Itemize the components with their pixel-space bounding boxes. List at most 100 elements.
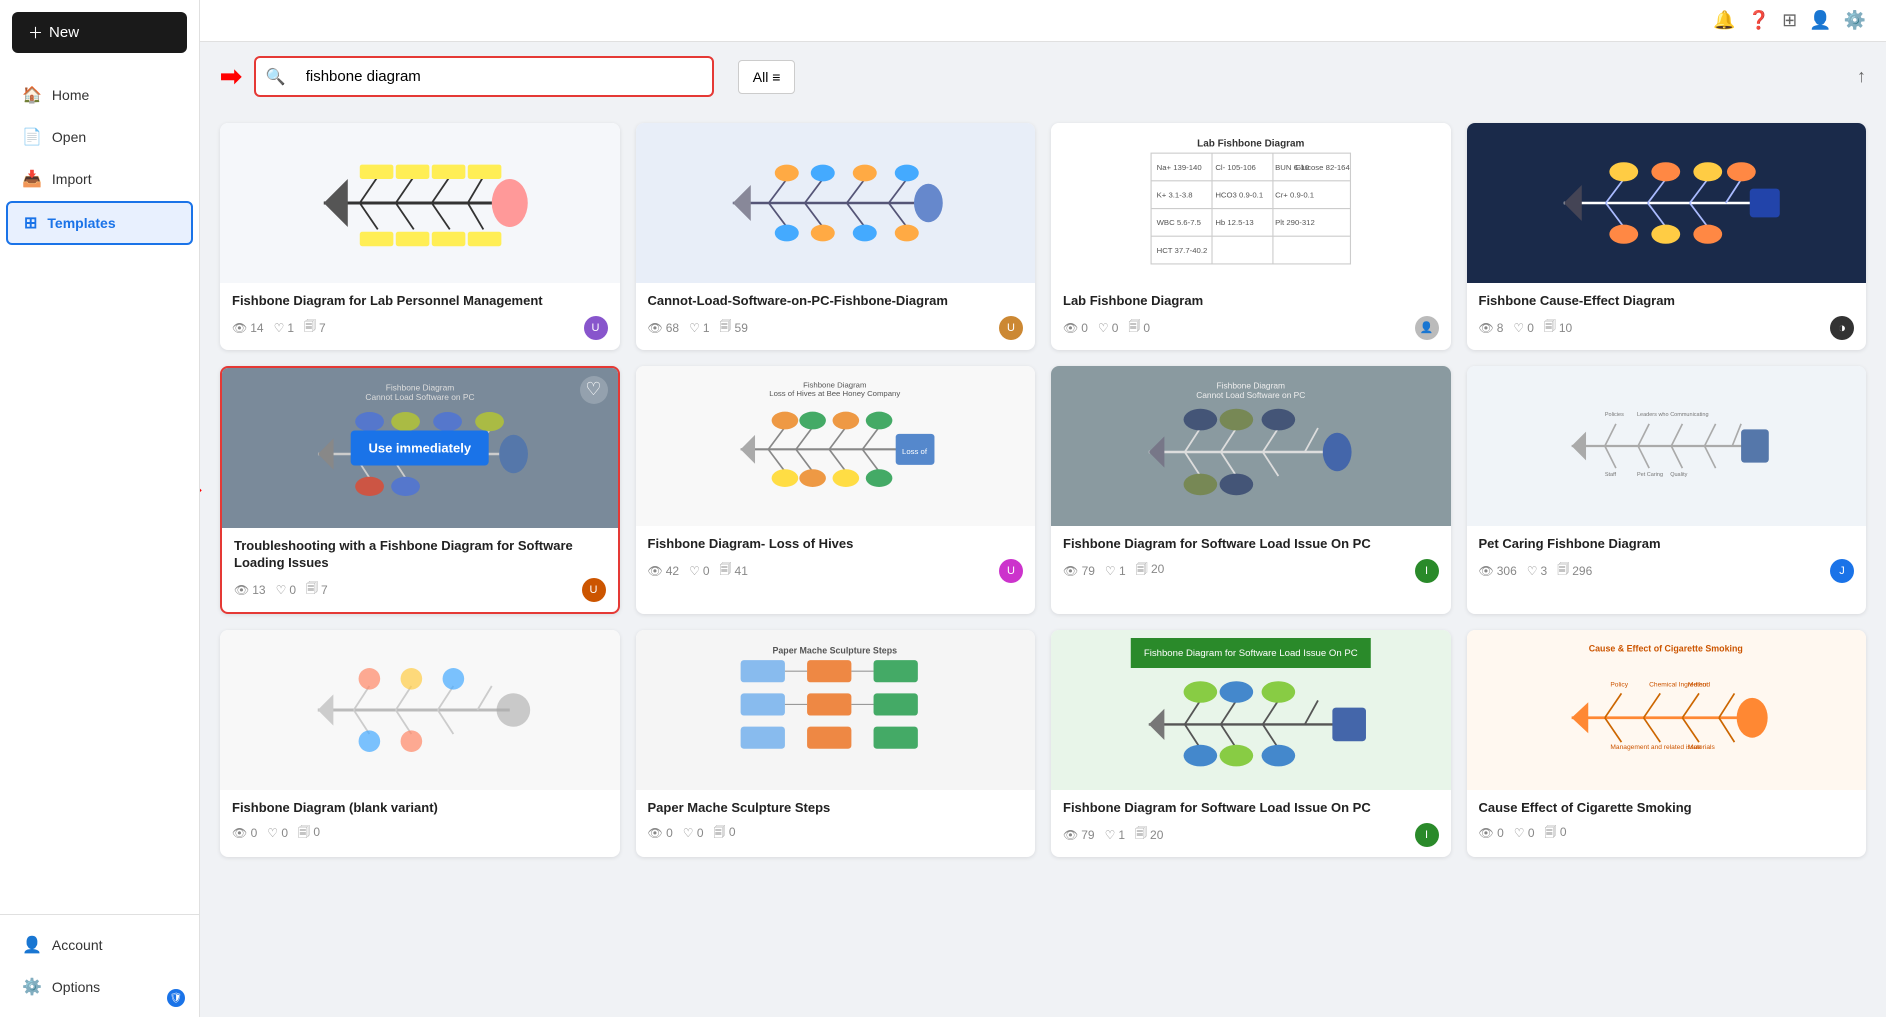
card4-title: Fishbone Cause-Effect Diagram xyxy=(1479,293,1855,310)
card12-likes: ♡ 0 xyxy=(1514,826,1535,840)
card11-info: Fishbone Diagram for Software Load Issue… xyxy=(1051,790,1451,857)
sidebar-item-templates[interactable]: ⊞ Templates ↑ xyxy=(6,201,193,245)
card2-copies: 🗐 59 xyxy=(720,317,748,338)
template-card-6[interactable]: Fishbone Diagram Loss of Hives at Bee Ho… xyxy=(636,366,1036,614)
card1-stats: 👁 14 ♡ 1 🗐 7 xyxy=(232,317,326,338)
card2-views: 👁 68 xyxy=(648,321,680,335)
svg-text:Paper Mache Sculpture Steps: Paper Mache Sculpture Steps xyxy=(773,645,898,655)
card8-thumb: Policies Leaders who Communicating Staff… xyxy=(1467,366,1867,526)
card2-thumb xyxy=(636,123,1036,283)
card9-thumb xyxy=(220,630,620,790)
card1-likes: ♡ 1 xyxy=(274,321,294,335)
card12-meta: 👁 0 ♡ 0 🗐 0 xyxy=(1479,823,1855,844)
sidebar-options-label: Options xyxy=(52,979,100,995)
template-card-11[interactable]: Fishbone Diagram for Software Load Issue… xyxy=(1051,630,1451,857)
card3-meta: 👁 0 ♡ 0 🗐 0 👤 xyxy=(1063,316,1439,340)
card5-heart-icon[interactable]: ♡ xyxy=(580,376,608,404)
card8-info: Pet Caring Fishbone Diagram 👁 306 ♡ 3 🗐 … xyxy=(1467,526,1867,593)
sidebar-item-home[interactable]: 🏠 Home xyxy=(6,75,193,115)
template-card-12[interactable]: Cause & Effect of Cigarette Smoking xyxy=(1467,630,1867,857)
card5-views: 👁 13 xyxy=(234,583,266,597)
svg-text:Hb 12.5-13: Hb 12.5-13 xyxy=(1215,218,1253,227)
sidebar-item-import[interactable]: 📥 Import xyxy=(6,159,193,199)
card5-wrapper: ➡ Fishbone Diagram Cannot Load Software … xyxy=(220,366,620,614)
fishbone-svg-9 xyxy=(240,638,600,782)
template-card-7[interactable]: Fishbone Diagram Cannot Load Software on… xyxy=(1051,366,1451,614)
sidebar-home-label: Home xyxy=(52,87,89,103)
card6-avatar: U xyxy=(999,559,1023,583)
card6-meta: 👁 42 ♡ 0 🗐 41 U xyxy=(648,559,1024,583)
filter-label: All ≡ xyxy=(753,69,781,85)
template-card-4[interactable]: Fishbone Cause-Effect Diagram 👁 8 ♡ 0 🗐 … xyxy=(1467,123,1867,350)
svg-text:Staff: Staff xyxy=(1605,472,1617,478)
card10-views: 👁 0 xyxy=(648,826,673,840)
home-icon: 🏠 xyxy=(22,85,42,105)
template-card-1[interactable]: Fishbone Diagram for Lab Personnel Manag… xyxy=(220,123,620,350)
template-card-8[interactable]: Policies Leaders who Communicating Staff… xyxy=(1467,366,1867,614)
fishbone-svg-12: Cause & Effect of Cigarette Smoking xyxy=(1486,638,1846,782)
content-area: Fishbone Diagram for Lab Personnel Manag… xyxy=(200,111,1886,1017)
card3-views: 👁 0 xyxy=(1063,321,1088,335)
card7-thumb: Fishbone Diagram Cannot Load Software on… xyxy=(1051,366,1451,526)
search-wrapper: 🔍 xyxy=(254,56,714,97)
template-card-3[interactable]: Lab Fishbone Diagram Na+ 139-140 Cl- 105… xyxy=(1051,123,1451,350)
filter-button[interactable]: All ≡ xyxy=(738,60,796,94)
card5-title: Troubleshooting with a Fishbone Diagram … xyxy=(234,538,606,572)
template-card-2[interactable]: Cannot-Load-Software-on-PC-Fishbone-Diag… xyxy=(636,123,1036,350)
card1-title: Fishbone Diagram for Lab Personnel Manag… xyxy=(232,293,608,310)
card7-stats: 👁 79 ♡ 1 🗐 20 xyxy=(1063,560,1164,581)
card12-title: Cause Effect of Cigarette Smoking xyxy=(1479,800,1855,817)
template-card-10[interactable]: Paper Mache Sculpture Steps xyxy=(636,630,1036,857)
svg-text:HCO3 0.9-0.1: HCO3 0.9-0.1 xyxy=(1215,190,1263,199)
sidebar-item-account[interactable]: 👤 Account xyxy=(6,925,193,965)
svg-text:K+ 3.1-3.8: K+ 3.1-3.8 xyxy=(1157,190,1193,199)
svg-text:Fishbone Diagram for Software: Fishbone Diagram for Software Load Issue… xyxy=(1144,648,1358,659)
card4-info: Fishbone Cause-Effect Diagram 👁 8 ♡ 0 🗐 … xyxy=(1467,283,1867,350)
card6-thumb: Fishbone Diagram Loss of Hives at Bee Ho… xyxy=(636,366,1036,526)
card1-views: 👁 14 xyxy=(232,321,264,335)
card9-meta: 👁 0 ♡ 0 🗐 0 xyxy=(232,823,608,844)
card2-info: Cannot-Load-Software-on-PC-Fishbone-Diag… xyxy=(636,283,1036,350)
gear-icon: ⚙️ xyxy=(22,977,42,997)
user-icon[interactable]: 👤 xyxy=(1809,10,1831,31)
svg-text:Leaders who: Leaders who xyxy=(1637,412,1669,418)
svg-text:Loss of: Loss of xyxy=(902,447,928,456)
lab-fishbone-svg: Lab Fishbone Diagram Na+ 139-140 Cl- 105… xyxy=(1071,131,1431,275)
card1-thumb xyxy=(220,123,620,283)
template-card-9[interactable]: Fishbone Diagram (blank variant) 👁 0 ♡ 0… xyxy=(220,630,620,857)
card7-info: Fishbone Diagram for Software Load Issue… xyxy=(1051,526,1451,593)
use-immediately-button[interactable]: Use immediately xyxy=(350,430,489,465)
svg-text:Fishbone Diagram: Fishbone Diagram xyxy=(804,380,867,389)
svg-text:Lab Fishbone Diagram: Lab Fishbone Diagram xyxy=(1197,139,1304,150)
template-card-5[interactable]: Fishbone Diagram Cannot Load Software on… xyxy=(220,366,620,614)
help-icon[interactable]: ❓ xyxy=(1748,10,1770,31)
grid-icon[interactable]: ⊞ xyxy=(1782,10,1797,31)
new-button[interactable]: ＋ New xyxy=(12,12,187,53)
card4-views: 👁 8 xyxy=(1479,321,1504,335)
card2-title: Cannot-Load-Software-on-PC-Fishbone-Diag… xyxy=(648,293,1024,310)
shield-badge: 🛡 xyxy=(167,989,185,1007)
svg-text:Glucose 82-164: Glucose 82-164 xyxy=(1295,163,1350,172)
search-input[interactable] xyxy=(294,60,710,93)
scroll-top-button[interactable]: ↑ xyxy=(1857,66,1866,87)
sidebar-templates-label: Templates xyxy=(47,215,115,231)
svg-text:Method: Method xyxy=(1688,681,1710,688)
card10-copies: 🗐 0 xyxy=(714,823,736,844)
svg-text:Quality: Quality xyxy=(1671,472,1688,478)
svg-text:Na+ 139-140: Na+ 139-140 xyxy=(1157,163,1202,172)
card8-avatar: J xyxy=(1830,559,1854,583)
card10-title: Paper Mache Sculpture Steps xyxy=(648,800,1024,817)
sidebar-item-options[interactable]: ⚙️ Options 🛡 xyxy=(6,967,193,1007)
bell-icon[interactable]: 🔔 xyxy=(1713,10,1735,31)
card12-views: 👁 0 xyxy=(1479,826,1504,840)
templates-grid: Fishbone Diagram for Lab Personnel Manag… xyxy=(220,123,1866,857)
search-arrow-indicator: ➡ xyxy=(220,61,242,92)
settings-icon[interactable]: ⚙️ xyxy=(1844,10,1866,31)
fishbone-svg-2 xyxy=(655,131,1015,275)
card3-info: Lab Fishbone Diagram 👁 0 ♡ 0 🗐 0 👤 xyxy=(1051,283,1451,350)
card9-stats: 👁 0 ♡ 0 🗐 0 xyxy=(232,823,320,844)
search-icon: 🔍 xyxy=(258,67,294,87)
svg-text:Cl- 105-106: Cl- 105-106 xyxy=(1215,163,1256,172)
account-icon: 👤 xyxy=(22,935,42,955)
sidebar-item-open[interactable]: 📄 Open xyxy=(6,117,193,157)
